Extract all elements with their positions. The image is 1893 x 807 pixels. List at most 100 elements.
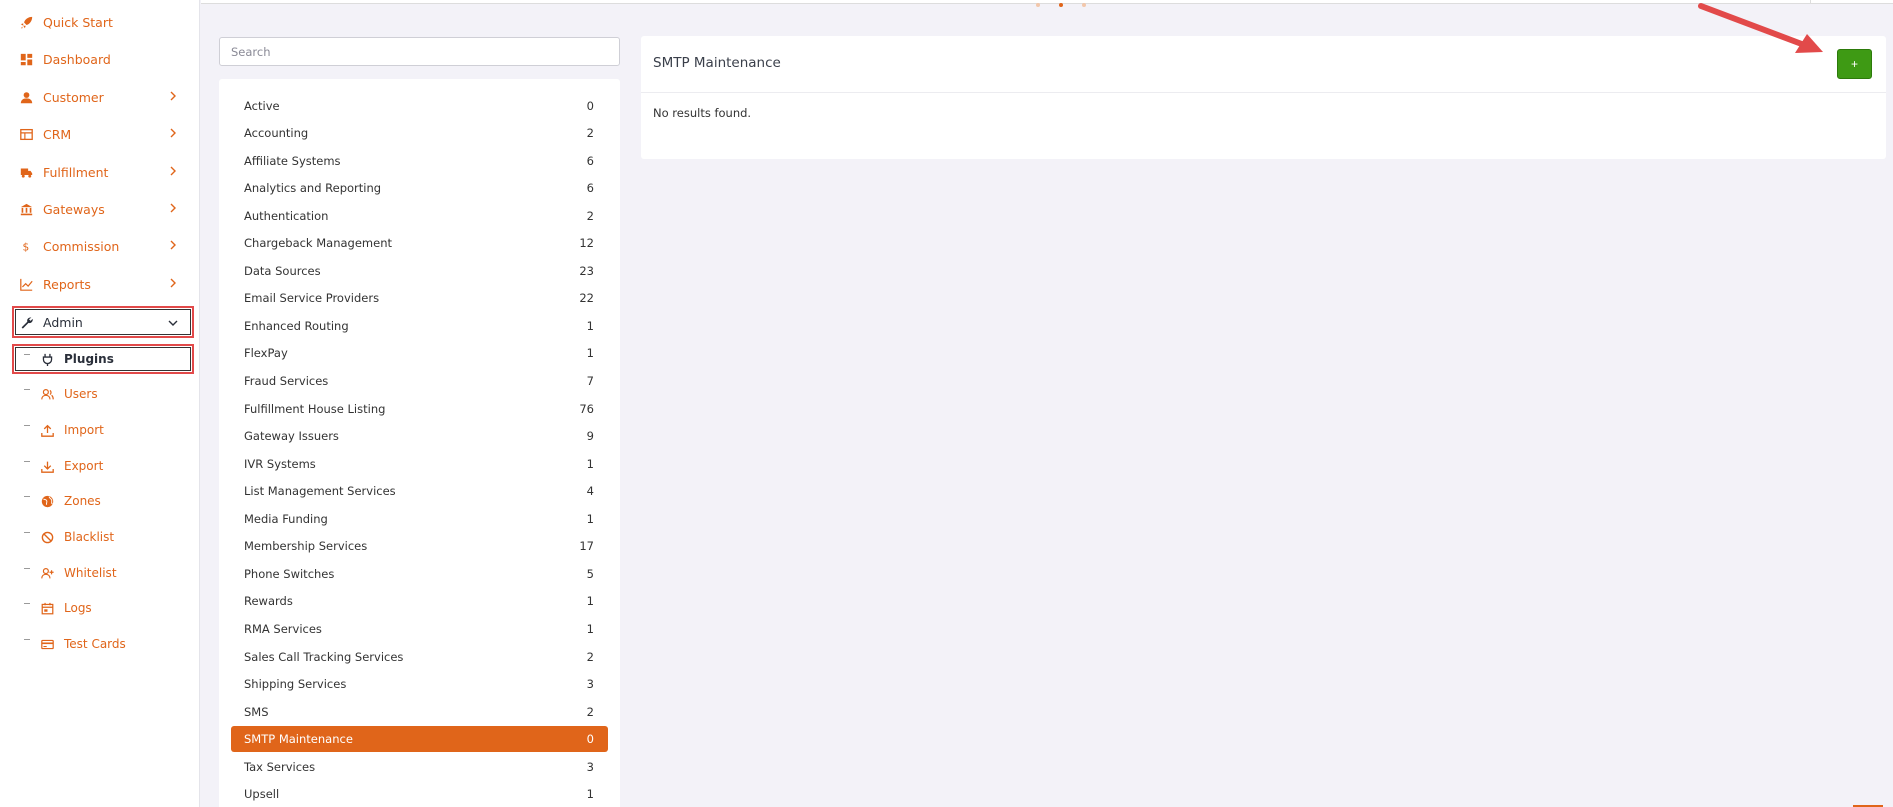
sidebar-subitem-zones[interactable]: Zones <box>14 487 194 515</box>
table-icon <box>19 127 33 141</box>
sidebar-subitem-logs[interactable]: Logs <box>14 594 194 622</box>
sidebar-subitem-import[interactable]: Import <box>14 416 194 444</box>
tree-dash <box>24 638 30 640</box>
sidebar-subitem-export[interactable]: Export <box>14 452 194 480</box>
sidebar-subitem-users[interactable]: Users <box>14 380 194 408</box>
category-search-input[interactable] <box>219 37 620 66</box>
download-icon <box>40 459 54 473</box>
category-name: Shipping Services <box>244 677 347 692</box>
empty-results-message: No results found. <box>653 106 752 120</box>
sidebar-subitem-whitelist[interactable]: Whitelist <box>14 559 194 587</box>
category-item[interactable]: Media Funding 1 <box>231 506 608 532</box>
category-item[interactable]: RMA Services 1 <box>231 616 608 642</box>
category-count: 17 <box>579 539 594 554</box>
category-item[interactable]: Gateway Issuers 9 <box>231 423 608 449</box>
category-item[interactable]: Rewards 1 <box>231 588 608 614</box>
category-item[interactable]: Chargeback Management 12 <box>231 230 608 256</box>
sidebar-item-commission[interactable]: $ Commission <box>14 231 192 261</box>
chevron-right-icon <box>170 166 176 176</box>
category-count: 2 <box>586 208 594 223</box>
category-count: 1 <box>586 346 594 361</box>
sidebar-item-label: Admin <box>43 314 83 330</box>
credit-card-icon <box>40 637 54 651</box>
category-item[interactable]: FlexPay 1 <box>231 340 608 366</box>
sidebar-item-fulfillment[interactable]: Fulfillment <box>14 157 192 187</box>
sidebar: Quick Start Dashboard Customer CRM Fulfi… <box>0 0 200 807</box>
upload-icon <box>40 423 54 437</box>
sidebar-subitem-label: Zones <box>64 494 101 508</box>
category-item[interactable]: Analytics and Reporting 6 <box>231 175 608 201</box>
sidebar-subitem-test-cards[interactable]: Test Cards <box>14 630 194 658</box>
sidebar-item-label: Dashboard <box>43 51 111 67</box>
category-item[interactable]: Affiliate Systems 6 <box>231 148 608 174</box>
sidebar-item-admin[interactable]: Admin <box>12 306 194 338</box>
category-count: 4 <box>586 484 594 499</box>
sidebar-item-quick-start[interactable]: Quick Start <box>14 7 192 37</box>
plugin-category-list: Active 0 Accounting 2 Affiliate Systems 6 Anal… <box>219 79 620 807</box>
category-name: Sales Call Tracking Services <box>244 649 404 664</box>
sidebar-item-label: Commission <box>43 238 120 254</box>
category-item[interactable]: Membership Services 17 <box>231 533 608 559</box>
category-name: Chargeback Management <box>244 236 393 251</box>
category-name: Phone Switches <box>244 566 335 581</box>
category-count: 1 <box>586 511 594 526</box>
users-icon <box>40 387 54 401</box>
sidebar-subitem-blacklist[interactable]: Blacklist <box>14 523 194 551</box>
category-item[interactable]: Authentication 2 <box>231 203 608 229</box>
category-item[interactable]: Phone Switches 5 <box>231 561 608 587</box>
category-count: 9 <box>586 429 594 444</box>
add-plugin-button[interactable]: + <box>1837 49 1872 79</box>
tree-dash <box>24 531 30 533</box>
sidebar-subitem-plugins[interactable]: Plugins <box>12 344 194 374</box>
tree-dash <box>24 602 30 604</box>
calendar-icon <box>40 601 54 615</box>
category-name: Email Service Providers <box>244 291 380 306</box>
sidebar-subitem-label: Export <box>64 459 104 473</box>
dollar-icon: $ <box>19 239 33 253</box>
sidebar-item-crm[interactable]: CRM <box>14 119 192 149</box>
category-item[interactable]: List Management Services 4 <box>231 478 608 504</box>
sidebar-item-label: Customer <box>43 89 104 105</box>
sidebar-item-dashboard[interactable]: Dashboard <box>14 44 192 74</box>
rocket-icon <box>19 15 33 29</box>
category-name: Data Sources <box>244 263 321 278</box>
category-name: Affiliate Systems <box>244 153 341 168</box>
category-item[interactable]: Accounting 2 <box>231 120 608 146</box>
dashboard-icon <box>19 52 33 66</box>
category-count: 12 <box>579 236 594 251</box>
category-name: Membership Services <box>244 539 368 554</box>
category-item[interactable]: Enhanced Routing 1 <box>231 313 608 339</box>
category-item[interactable]: Upsell 1 <box>231 781 608 807</box>
category-item[interactable]: SMTP Maintenance 0 <box>231 726 608 753</box>
sidebar-item-label: CRM <box>43 126 72 142</box>
sidebar-item-customer[interactable]: Customer <box>14 82 192 112</box>
category-item[interactable]: IVR Systems 1 <box>231 451 608 477</box>
sidebar-item-label: Quick Start <box>43 14 113 30</box>
category-item[interactable]: Tax Services 3 <box>231 754 608 780</box>
category-item[interactable]: SMS 2 <box>231 699 608 725</box>
category-item[interactable]: Fulfillment House Listing 76 <box>231 396 608 422</box>
category-item[interactable]: Data Sources 23 <box>231 258 608 284</box>
category-item[interactable]: Shipping Services 3 <box>231 671 608 697</box>
category-name: Active <box>244 98 280 113</box>
category-name: Rewards <box>244 594 293 609</box>
category-count: 1 <box>586 787 594 802</box>
category-item[interactable]: Sales Call Tracking Services 2 <box>231 644 608 670</box>
category-name: Fraud Services <box>244 374 329 388</box>
category-count: 5 <box>586 566 594 581</box>
category-item[interactable]: Email Service Providers 22 <box>231 285 608 311</box>
sidebar-item-label: Fulfillment <box>43 164 109 180</box>
category-name: IVR Systems <box>244 456 316 471</box>
category-name: Accounting <box>244 126 309 141</box>
category-item[interactable]: Fraud Services 7 <box>231 368 608 394</box>
tree-dash <box>24 353 30 355</box>
category-item[interactable]: Active 0 <box>231 93 608 119</box>
sidebar-subitem-label: Plugins <box>64 352 114 366</box>
sidebar-item-reports[interactable]: Reports <box>14 269 192 299</box>
category-name: Enhanced Routing <box>244 318 349 333</box>
tree-dash <box>24 388 30 390</box>
category-count: 2 <box>586 704 594 719</box>
tree-dash <box>24 424 30 426</box>
chevron-right-icon <box>170 203 176 213</box>
sidebar-item-gateways[interactable]: Gateways <box>14 194 192 224</box>
